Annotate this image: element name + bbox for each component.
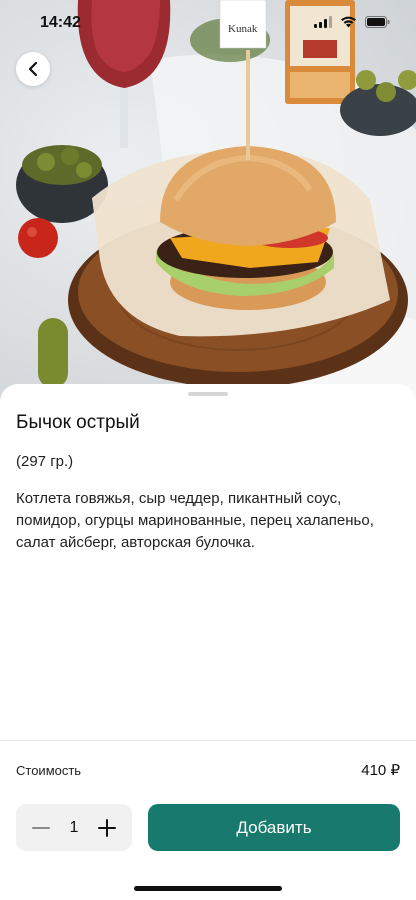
status-bar: 14:42 — [0, 0, 416, 46]
product-title: Бычок острый — [16, 412, 140, 433]
price-label: Стоимость — [16, 763, 82, 778]
wifi-icon — [341, 16, 356, 28]
status-time: 14:42 — [40, 14, 81, 31]
quantity-value: 1 — [69, 818, 79, 836]
chevron-left-icon — [28, 61, 38, 77]
quantity-stepper: 1 — [16, 804, 132, 851]
product-photo: Kunak — [0, 0, 416, 420]
product-description: Котлета говяжья, сыр чеддер, пикантный с… — [16, 490, 374, 551]
battery-icon — [365, 16, 390, 28]
price-value: 410 ₽ — [361, 762, 400, 779]
decrement-button[interactable] — [30, 817, 52, 839]
back-button[interactable] — [16, 52, 50, 86]
add-to-cart-button[interactable]: Добавить — [148, 804, 400, 851]
burger-illustration: Kunak — [16, 0, 416, 420]
divider — [0, 740, 416, 741]
plus-icon — [98, 818, 116, 837]
product-sheet: Бычок острый (297 гр.) Котлета говяжья, … — [0, 384, 416, 900]
product-weight: (297 гр.) — [16, 453, 74, 470]
sheet-grabber[interactable] — [188, 392, 228, 396]
increment-button[interactable] — [96, 817, 118, 839]
minus-icon — [32, 826, 50, 829]
home-indicator — [134, 886, 282, 891]
signal-icon — [314, 16, 332, 28]
status-icons — [314, 16, 390, 28]
